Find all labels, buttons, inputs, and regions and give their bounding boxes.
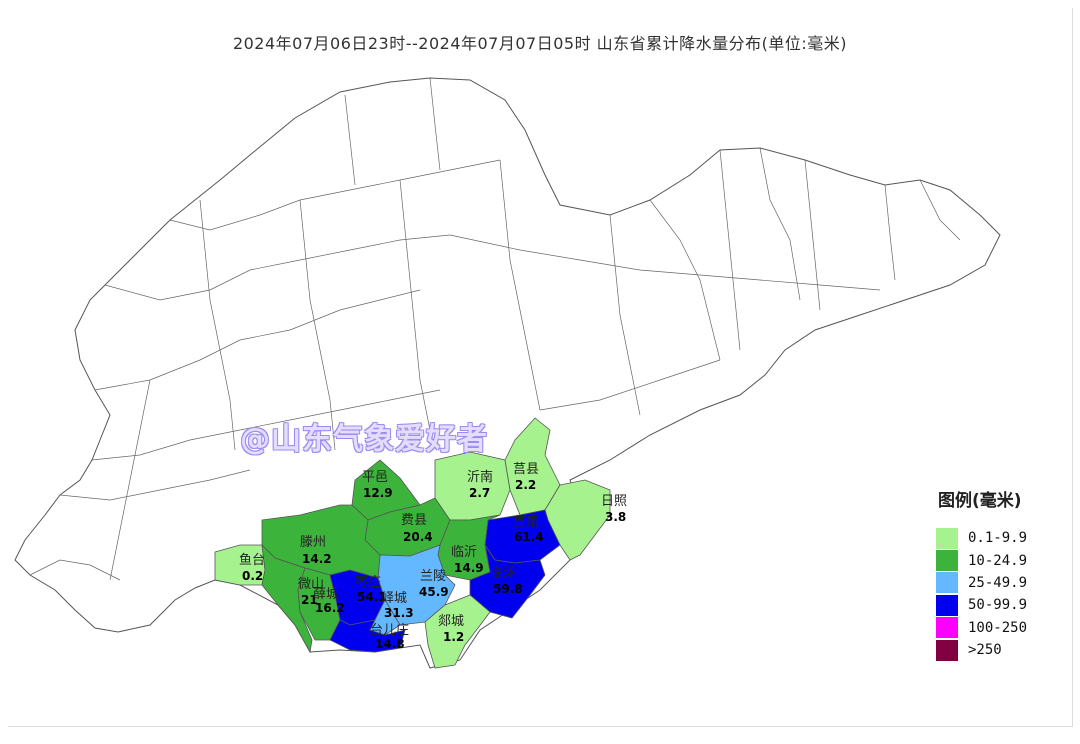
county-value: 20.4 bbox=[403, 530, 433, 544]
county-name: 莒县 bbox=[513, 462, 539, 477]
legend-label: 50-99.9 bbox=[968, 597, 1028, 614]
county-name: 平邑 bbox=[362, 470, 388, 485]
county-name: 日照 bbox=[601, 494, 627, 509]
legend-item: 100-250 bbox=[936, 617, 1027, 639]
county-value: 16.2 bbox=[315, 601, 345, 615]
legend-label: 0.1-9.9 bbox=[968, 530, 1028, 547]
county-value: 14.2 bbox=[302, 552, 332, 566]
legend-swatch bbox=[936, 527, 958, 549]
county-value: 59.8 bbox=[493, 582, 523, 596]
county-value: 45.9 bbox=[419, 585, 449, 599]
county-name: 台儿庄 bbox=[370, 622, 409, 638]
legend-item: 50-99.9 bbox=[936, 594, 1027, 616]
county-value: 14.9 bbox=[454, 561, 484, 575]
legend-swatch bbox=[936, 617, 958, 639]
legend-title: 图例(毫米) bbox=[938, 491, 1022, 511]
county-name: 枣庄 bbox=[355, 574, 381, 590]
legend-item: 10-24.9 bbox=[936, 549, 1028, 572]
county-value: 2.7 bbox=[469, 486, 490, 500]
county-name: 临沂 bbox=[451, 545, 477, 560]
legend-item: >250 bbox=[936, 639, 1027, 661]
county-name: 沂南 bbox=[467, 469, 493, 485]
county-value: 12.9 bbox=[363, 486, 393, 500]
legend-item: 0.1-9.9 bbox=[936, 527, 1027, 549]
county-value: 2.2 bbox=[515, 478, 536, 492]
legend-label: 100-250 bbox=[968, 619, 1028, 636]
legend-rows: 0.1-9.9 10-24.9 25-49.9 50-99.9 100-250 … bbox=[936, 527, 1027, 661]
county-name: 薛城 bbox=[313, 587, 339, 602]
county-name: 鱼台 bbox=[239, 552, 265, 568]
legend-label: 25-49.9 bbox=[968, 574, 1028, 591]
county-value: 1.2 bbox=[443, 630, 464, 644]
legend-swatch bbox=[936, 550, 958, 572]
legend-swatch bbox=[936, 639, 958, 661]
county-name: 莒南 bbox=[513, 514, 539, 530]
county-name: 临沭 bbox=[490, 566, 516, 581]
county-name: 峄城 bbox=[381, 591, 407, 606]
county-name: 费县 bbox=[401, 513, 427, 528]
legend-label: 10-24.9 bbox=[968, 552, 1028, 569]
legend-swatch bbox=[936, 594, 958, 616]
county-name: 郯城 bbox=[438, 614, 464, 629]
county-name: 滕州 bbox=[300, 535, 326, 550]
watermark-text: @山东气象爱好者 bbox=[240, 422, 488, 457]
county-value: 61.4 bbox=[514, 530, 544, 544]
county-value: 31.3 bbox=[384, 606, 414, 620]
county-value: 3.8 bbox=[605, 510, 626, 524]
county-name: 兰陵 bbox=[420, 569, 446, 584]
legend: 图例(毫米) 0.1-9.9 10-24.9 25-49.9 50-99.9 1… bbox=[936, 486, 1027, 661]
county-value: 0.2 bbox=[242, 569, 263, 583]
shandong-map: 平邑 12.9 费县 20.4 沂南 2.7 莒县 2.2 日照 3.8 莒南 … bbox=[14, 77, 1001, 669]
legend-label: >250 bbox=[968, 642, 1002, 659]
county-value: 14.8 bbox=[375, 637, 405, 651]
legend-item: 25-49.9 bbox=[936, 572, 1027, 594]
legend-swatch bbox=[936, 572, 958, 594]
